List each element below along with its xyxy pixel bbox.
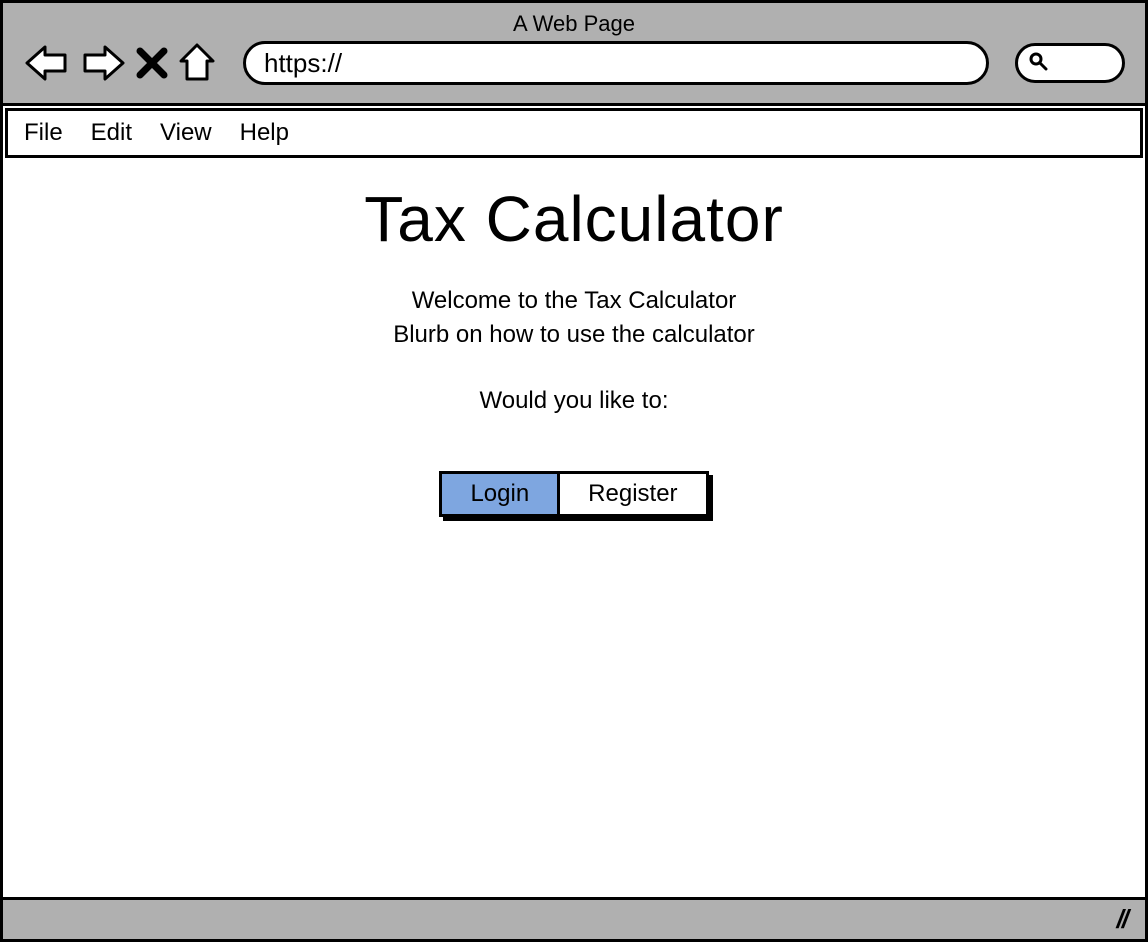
browser-chrome: A Web Page (3, 3, 1145, 106)
menu-bar: File Edit View Help (5, 108, 1143, 158)
stop-icon[interactable] (135, 46, 169, 80)
prompt-text: Would you like to: (480, 387, 669, 415)
url-text: https:// (264, 48, 342, 79)
browser-toolbar: https:// (23, 41, 1125, 85)
menu-item-edit[interactable]: Edit (91, 119, 132, 147)
nav-icon-group (23, 41, 217, 85)
resize-grip-icon[interactable]: // (1117, 904, 1127, 935)
home-icon[interactable] (177, 41, 217, 85)
search-icon (1028, 51, 1048, 76)
forward-icon[interactable] (79, 41, 127, 85)
page-title-label: A Web Page (23, 9, 1125, 37)
menu-item-file[interactable]: File (24, 119, 63, 147)
welcome-text: Welcome to the Tax Calculator Blurb on h… (393, 284, 755, 351)
content-area: Tax Calculator Welcome to the Tax Calcul… (3, 158, 1145, 897)
login-button[interactable]: Login (442, 474, 560, 514)
main-heading: Tax Calculator (364, 182, 784, 256)
status-bar: // (3, 897, 1145, 939)
welcome-line-2: Blurb on how to use the calculator (393, 318, 755, 352)
back-icon[interactable] (23, 41, 71, 85)
register-button[interactable]: Register (560, 474, 705, 514)
welcome-line-1: Welcome to the Tax Calculator (393, 284, 755, 318)
menu-item-view[interactable]: View (160, 119, 212, 147)
search-field[interactable] (1015, 43, 1125, 83)
url-bar[interactable]: https:// (243, 41, 989, 85)
menu-item-help[interactable]: Help (240, 119, 289, 147)
button-group: Login Register (439, 471, 708, 517)
browser-window: A Web Page (0, 0, 1148, 942)
